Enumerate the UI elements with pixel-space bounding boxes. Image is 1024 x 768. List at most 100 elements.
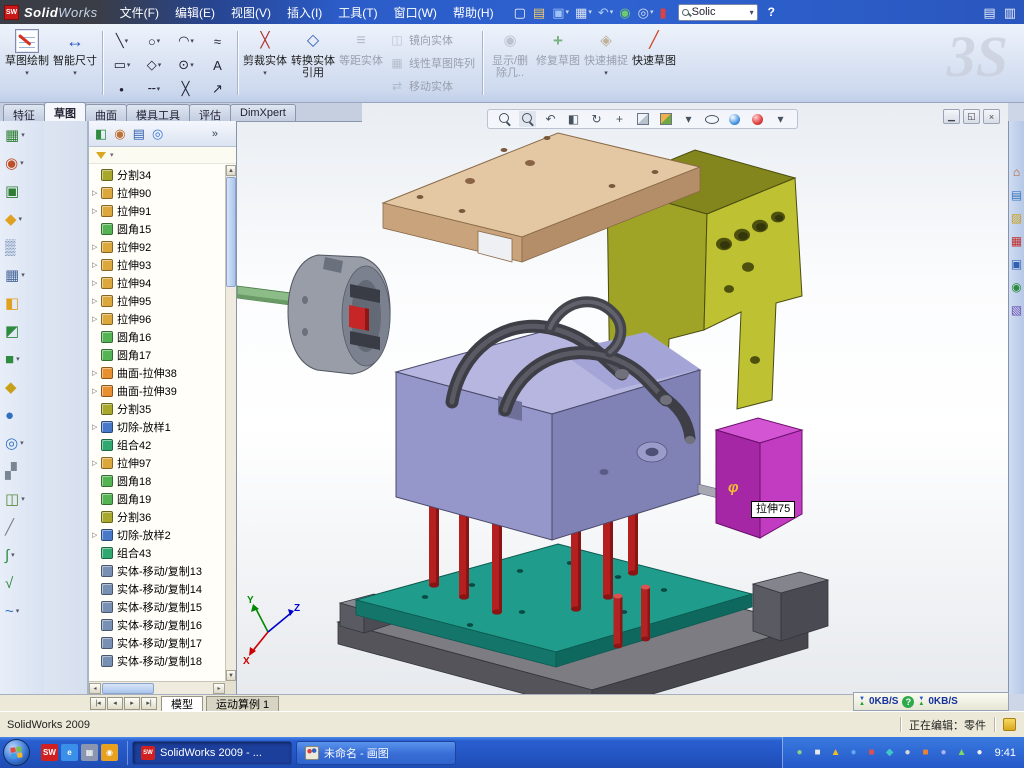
tree-item[interactable]: 组合43 — [89, 544, 225, 562]
sketch-entity-button[interactable]: ↗ — [202, 77, 234, 101]
scroll-right-icon[interactable]: ▸ — [213, 683, 225, 694]
model-canvas[interactable]: φ Y Z X — [237, 103, 1008, 694]
tree-item[interactable]: ▷ 切除-放样2 — [89, 526, 225, 544]
move-entities-button[interactable]: ⇄移动实体 — [389, 78, 475, 94]
feature-manager-tab-icon[interactable]: ◧ — [95, 127, 107, 140]
scene-icon[interactable] — [749, 111, 766, 127]
search-dropdown-icon[interactable]: ▾ — [750, 8, 754, 17]
dock-tool-button[interactable]: ▒ — [0, 233, 44, 261]
tree-item[interactable]: ▷ 拉伸97 — [89, 454, 225, 472]
hide-show-items-icon[interactable] — [703, 111, 720, 127]
tree-item[interactable]: 实体-移动/复制13 — [89, 562, 225, 580]
tray-icon[interactable]: ● — [793, 746, 807, 760]
resources-icon[interactable]: ⌂ — [1013, 166, 1020, 178]
dimxpert-manager-tab-icon[interactable]: ◎ — [152, 127, 163, 140]
part-extrude75-block[interactable]: φ — [716, 418, 802, 538]
expand-arrow-icon[interactable]: ▷ — [92, 315, 101, 323]
save-icon[interactable]: ▣▾ — [550, 3, 571, 21]
toggle-icon[interactable]: ▮ — [657, 3, 669, 21]
view-palette-icon[interactable]: ▦ — [1011, 235, 1022, 247]
tree-item[interactable]: 分割35 — [89, 400, 225, 418]
dock-tool-button[interactable]: ◆ — [0, 373, 44, 401]
motion-study-tab[interactable]: 运动算例 1 — [206, 696, 279, 711]
tab-surfaces[interactable]: 曲面 — [85, 104, 127, 121]
tab-features[interactable]: 特征 — [3, 104, 45, 121]
expand-arrow-icon[interactable]: ▷ — [92, 189, 101, 197]
task-paint[interactable]: 未命名 - 画图 — [296, 741, 456, 765]
expand-arrow-icon[interactable]: ▷ — [92, 243, 101, 251]
tab-nav-button[interactable]: ◂ — [107, 697, 123, 710]
tree-item[interactable]: ▷ 切除-放样1 — [89, 418, 225, 436]
model-tab[interactable]: 模型 — [161, 696, 203, 711]
configuration-manager-tab-icon[interactable]: ▤ — [133, 127, 145, 140]
tree-item[interactable]: 圆角17 — [89, 346, 225, 364]
tree-item[interactable]: ▷ 曲面-拉伸38 — [89, 364, 225, 382]
convert-entities-button[interactable]: 转换实体引用 — [289, 26, 337, 100]
sketch-entity-button[interactable]: ◇▾ — [138, 53, 170, 77]
tray-icon[interactable]: ● — [937, 746, 951, 760]
tree-item[interactable]: 圆角15 — [89, 220, 225, 238]
window-restore-icon[interactable]: ◱ — [963, 109, 980, 124]
scrollbar-thumb[interactable] — [226, 177, 236, 287]
pan-icon[interactable]: + — [611, 111, 628, 127]
dock-tool-button[interactable]: ■ ▾ — [0, 345, 44, 373]
tree-item[interactable]: 圆角19 — [89, 490, 225, 508]
tab-nav-button[interactable]: ▸ — [124, 697, 140, 710]
tray-icon[interactable]: ● — [973, 746, 987, 760]
open-icon[interactable]: ▤ — [531, 3, 548, 21]
dock-tool-button[interactable]: ╱ — [0, 513, 44, 541]
panel-toggle-icon[interactable]: ▥ — [1002, 3, 1018, 21]
menu-item[interactable]: 插入(I) — [279, 1, 330, 24]
options-icon[interactable]: ◎▾ — [636, 3, 656, 21]
expand-arrow-icon[interactable]: ▷ — [92, 459, 101, 467]
dock-tool-button[interactable]: ◩ — [0, 317, 44, 345]
sketch-entity-button[interactable]: ╲▾ — [106, 29, 138, 53]
appearances-icon[interactable]: ▣ — [1011, 258, 1022, 270]
window-minimize-icon[interactable]: ▁ — [943, 109, 960, 124]
display-style-icon[interactable] — [657, 111, 674, 127]
task-solidworks[interactable]: SolidWorks 2009 - ... — [132, 741, 292, 765]
tray-icon[interactable]: ▲ — [955, 746, 969, 760]
dock-tool-button[interactable]: ▞ — [0, 457, 44, 485]
dock-tool-button[interactable]: ● — [0, 401, 44, 429]
zoom-area-icon[interactable] — [519, 111, 536, 127]
print-icon[interactable]: ▦▾ — [573, 3, 594, 21]
tray-icon[interactable]: ● — [901, 746, 915, 760]
filter-dropdown-icon[interactable]: ▾ — [110, 151, 114, 159]
scroll-down-icon[interactable]: ▼ — [226, 670, 236, 681]
tree-item[interactable]: 圆角18 — [89, 472, 225, 490]
tree-item[interactable]: ▷ 拉伸90 — [89, 184, 225, 202]
tray-icon[interactable]: ▲ — [829, 746, 843, 760]
dock-tool-button[interactable]: ~ ▾ — [0, 597, 44, 625]
section-view-icon[interactable]: ◧ — [565, 111, 582, 127]
dock-tool-button[interactable]: ◉ ▾ — [0, 149, 44, 177]
quick-launch-browser-icon[interactable]: e — [61, 744, 78, 761]
sketch-entity-button[interactable]: ╌▾ — [138, 77, 170, 101]
dock-tool-button[interactable]: ◧ — [0, 289, 44, 317]
sketch-entity-button[interactable]: • — [106, 77, 138, 101]
dropdown-icon[interactable]: ▾ — [772, 111, 789, 127]
menu-item[interactable]: 编辑(E) — [167, 1, 223, 24]
tree-filter-row[interactable]: ▾ — [89, 147, 236, 164]
tree-item[interactable]: ▷ 拉伸96 — [89, 310, 225, 328]
help-button[interactable]: ? — [768, 5, 775, 19]
sketch-entity-button[interactable]: ○▾ — [138, 29, 170, 53]
tree-item[interactable]: 组合42 — [89, 436, 225, 454]
tree-item[interactable]: 分割34 — [89, 166, 225, 184]
menu-item[interactable]: 视图(V) — [223, 1, 279, 24]
dock-tool-button[interactable]: ▣ — [0, 177, 44, 205]
dock-tool-button[interactable]: ▦ ▾ — [0, 121, 44, 149]
tray-icon[interactable]: ● — [847, 746, 861, 760]
sketch-entity-button[interactable]: A — [202, 53, 234, 77]
expand-arrow-icon[interactable]: ▷ — [92, 297, 101, 305]
tree-item[interactable]: 分割36 — [89, 508, 225, 526]
rebuild-icon[interactable]: ◉ — [617, 3, 633, 21]
menu-item[interactable]: 窗口(W) — [386, 1, 445, 24]
sketch-entity-button[interactable]: ≈ — [202, 29, 234, 53]
part-coupling[interactable] — [288, 255, 390, 374]
tray-icon[interactable]: ■ — [919, 746, 933, 760]
tree-item[interactable]: ▷ 曲面-拉伸39 — [89, 382, 225, 400]
quick-launch-solidworks-icon[interactable]: SW — [41, 744, 58, 761]
new-document-icon[interactable]: ▢ — [512, 3, 529, 21]
previous-view-icon[interactable]: ↶ — [542, 111, 559, 127]
